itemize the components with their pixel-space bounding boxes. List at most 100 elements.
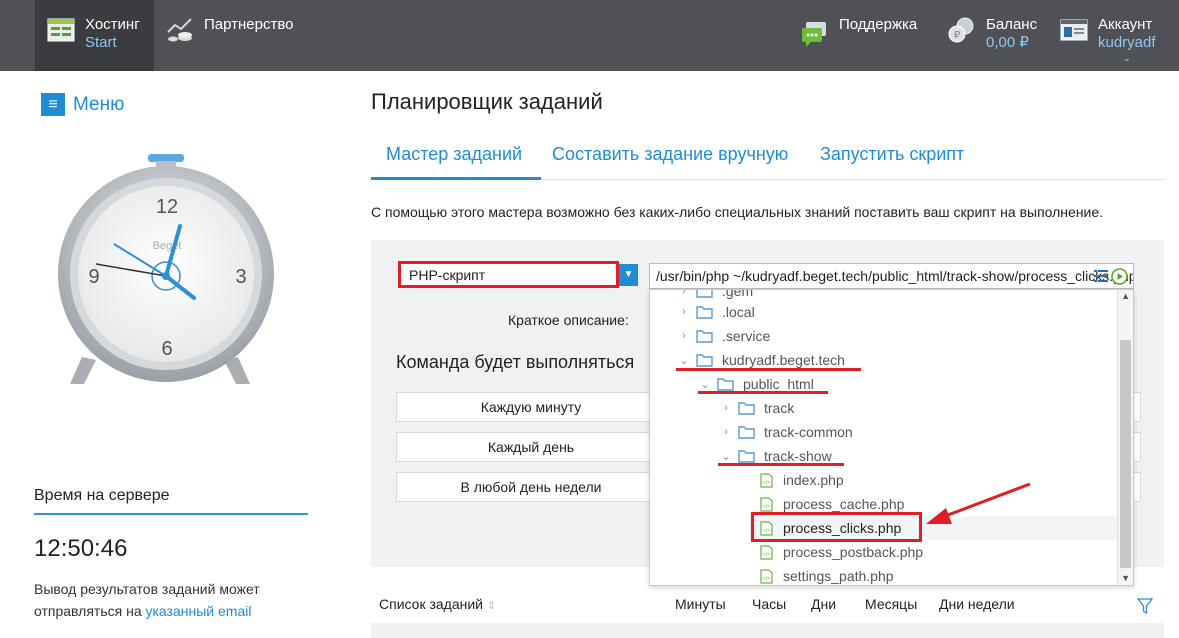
annotation-underline-public-html — [698, 391, 828, 394]
clock-number-12: 12 — [156, 196, 178, 218]
tree-item-track[interactable]: › track — [720, 396, 794, 420]
tasks-list-label[interactable]: Список заданий ⇕ — [379, 596, 496, 612]
svg-text:</>: </> — [763, 576, 770, 582]
clock-number-3: 3 — [235, 266, 246, 288]
tasks-list-label-text: Список заданий — [379, 596, 484, 612]
clock-number-9: 9 — [88, 266, 99, 288]
chevron-right-icon[interactable]: › — [678, 306, 690, 318]
nav-balance-title: Баланс — [986, 16, 1038, 33]
php-file-icon: </> — [760, 496, 773, 512]
tree-item-service[interactable]: › .service — [678, 324, 770, 348]
tab-run-script[interactable]: Запустить скрипт — [820, 144, 964, 165]
play-icon[interactable] — [1111, 267, 1128, 285]
tree-item-track-common[interactable]: › track-common — [720, 420, 853, 444]
tree-item-label: .gem — [722, 289, 754, 299]
chevron-down-icon[interactable]: ▼ — [619, 264, 638, 286]
scroll-up-icon[interactable]: ▲ — [1121, 291, 1130, 301]
chevron-right-icon[interactable]: › — [678, 290, 690, 297]
scroll-down-icon[interactable]: ▼ — [1121, 573, 1130, 583]
tree-scrollbar[interactable]: ▲ ▼ — [1117, 290, 1133, 585]
svg-text:</>: </> — [763, 480, 770, 486]
server-time-value: 12:50:46 — [34, 535, 128, 562]
folder-icon — [738, 426, 755, 439]
page-title: Планировщик заданий — [371, 89, 603, 114]
chevron-down-icon[interactable]: ⌄ — [699, 378, 711, 391]
list-icon[interactable] — [1094, 270, 1108, 282]
any-weekday-button[interactable]: В любой день недели — [396, 472, 666, 502]
svg-text:</>: </> — [763, 504, 770, 510]
chevron-right-icon[interactable]: › — [720, 426, 732, 438]
nav-account-title: Аккаунт — [1098, 16, 1153, 33]
tree-item-label: .local — [722, 304, 755, 320]
col-weekdays[interactable]: Дни недели — [939, 596, 1015, 612]
server-time-divider — [34, 513, 308, 515]
tree-item-index-php[interactable]: </> index.php — [760, 468, 844, 492]
tree-item-label: track-show — [764, 448, 832, 464]
intro-text: С помощью этого мастера возможно без как… — [371, 204, 1104, 220]
scrollbar-thumb[interactable] — [1120, 340, 1131, 568]
col-hours[interactable]: Часы — [752, 596, 786, 612]
every-day-button[interactable]: Каждый день — [396, 432, 666, 462]
tree-item-label: process_cache.php — [783, 496, 905, 512]
chevron-down-icon[interactable]: ⌄ — [720, 450, 732, 463]
annotation-underline-track-show — [718, 463, 844, 466]
tab-active-indicator — [371, 177, 541, 180]
php-file-icon: </> — [760, 472, 773, 488]
folder-icon — [696, 330, 713, 343]
menu-label: Меню — [73, 93, 125, 115]
nav-support[interactable]: Поддержка — [801, 0, 917, 71]
folder-open-icon — [738, 450, 755, 463]
folder-icon — [738, 402, 755, 415]
col-months[interactable]: Месяцы — [865, 596, 917, 612]
folder-icon — [696, 306, 713, 319]
annotation-underline-domain — [676, 368, 861, 371]
chart-coins-icon — [167, 18, 192, 42]
tree-item-label: .service — [722, 328, 771, 344]
nav-balance-value: 0,00 ₽ — [986, 34, 1029, 51]
nav-partnership-label: Партнерство — [204, 16, 294, 33]
chevron-down-icon[interactable]: ⌄ — [678, 354, 690, 367]
tab-wizard[interactable]: Мастер заданий — [386, 144, 522, 165]
chevron-right-icon[interactable]: › — [720, 402, 732, 414]
php-file-icon: </> — [760, 568, 773, 584]
col-minutes[interactable]: Минуты — [675, 596, 726, 612]
tree-item-label: track — [764, 400, 795, 416]
nav-hosting-title: Хостинг — [85, 16, 140, 33]
tree-item-local[interactable]: › .local — [678, 300, 755, 324]
every-minute-button[interactable]: Каждую минуту — [396, 392, 666, 422]
chevron-right-icon[interactable]: › — [678, 330, 690, 342]
folder-open-icon — [717, 378, 734, 391]
nav-hosting-plan: Start — [85, 34, 117, 51]
svg-text:₽: ₽ — [954, 30, 961, 41]
nav-hosting[interactable]: Хостинг Start — [35, 0, 154, 71]
tree-item-label: settings_path.php — [783, 568, 894, 584]
tasks-table-header: Список заданий ⇕ Минуты Часы Дни Месяцы … — [371, 590, 1164, 620]
tree-item-settings-path-php[interactable]: </> settings_path.php — [760, 564, 894, 585]
col-days[interactable]: Дни — [811, 596, 836, 612]
annotation-box-selected-file — [751, 512, 922, 542]
command-path-input[interactable]: /usr/bin/php ~/kudryadf.beget.tech/publi… — [649, 263, 1134, 289]
nav-balance[interactable]: ₽ Баланс 0,00 ₽ — [948, 0, 1037, 71]
email-link[interactable]: указанный email — [146, 603, 252, 619]
annotation-arrow-icon — [926, 482, 1031, 524]
account-card-icon — [1060, 19, 1088, 41]
tree-item-label: track-common — [764, 424, 853, 440]
script-type-select[interactable]: PHP-скрипт — [398, 261, 619, 288]
php-file-icon: </> — [760, 544, 773, 560]
nav-partnership[interactable]: Партнерство — [166, 0, 294, 71]
tree-item-process-postback-php[interactable]: </> process_postback.php — [760, 540, 923, 564]
folder-open-icon — [696, 354, 713, 367]
tree-item-label: kudryadf.beget.tech — [722, 352, 845, 368]
tasks-table-row — [371, 623, 1164, 638]
chevron-down-icon[interactable]: ⌄ — [1098, 50, 1156, 68]
top-navigation-bar: Хостинг Start Партнерство Поддержка ₽ Ба… — [0, 0, 1179, 71]
nav-account[interactable]: Аккаунт kudryadf ⌄ — [1060, 0, 1156, 71]
alarm-clock-icon: 12 3 6 9 Beget — [58, 154, 274, 384]
filter-icon[interactable] — [1137, 598, 1153, 614]
menu-button[interactable]: ≡ Меню — [41, 93, 124, 116]
server-time-title: Время на сервере — [34, 487, 170, 504]
tab-manual[interactable]: Составить задание вручную — [552, 144, 788, 165]
tree-item-label: public_html — [743, 376, 814, 392]
sort-icon[interactable]: ⇕ — [487, 600, 496, 612]
hosting-icon — [47, 18, 75, 42]
